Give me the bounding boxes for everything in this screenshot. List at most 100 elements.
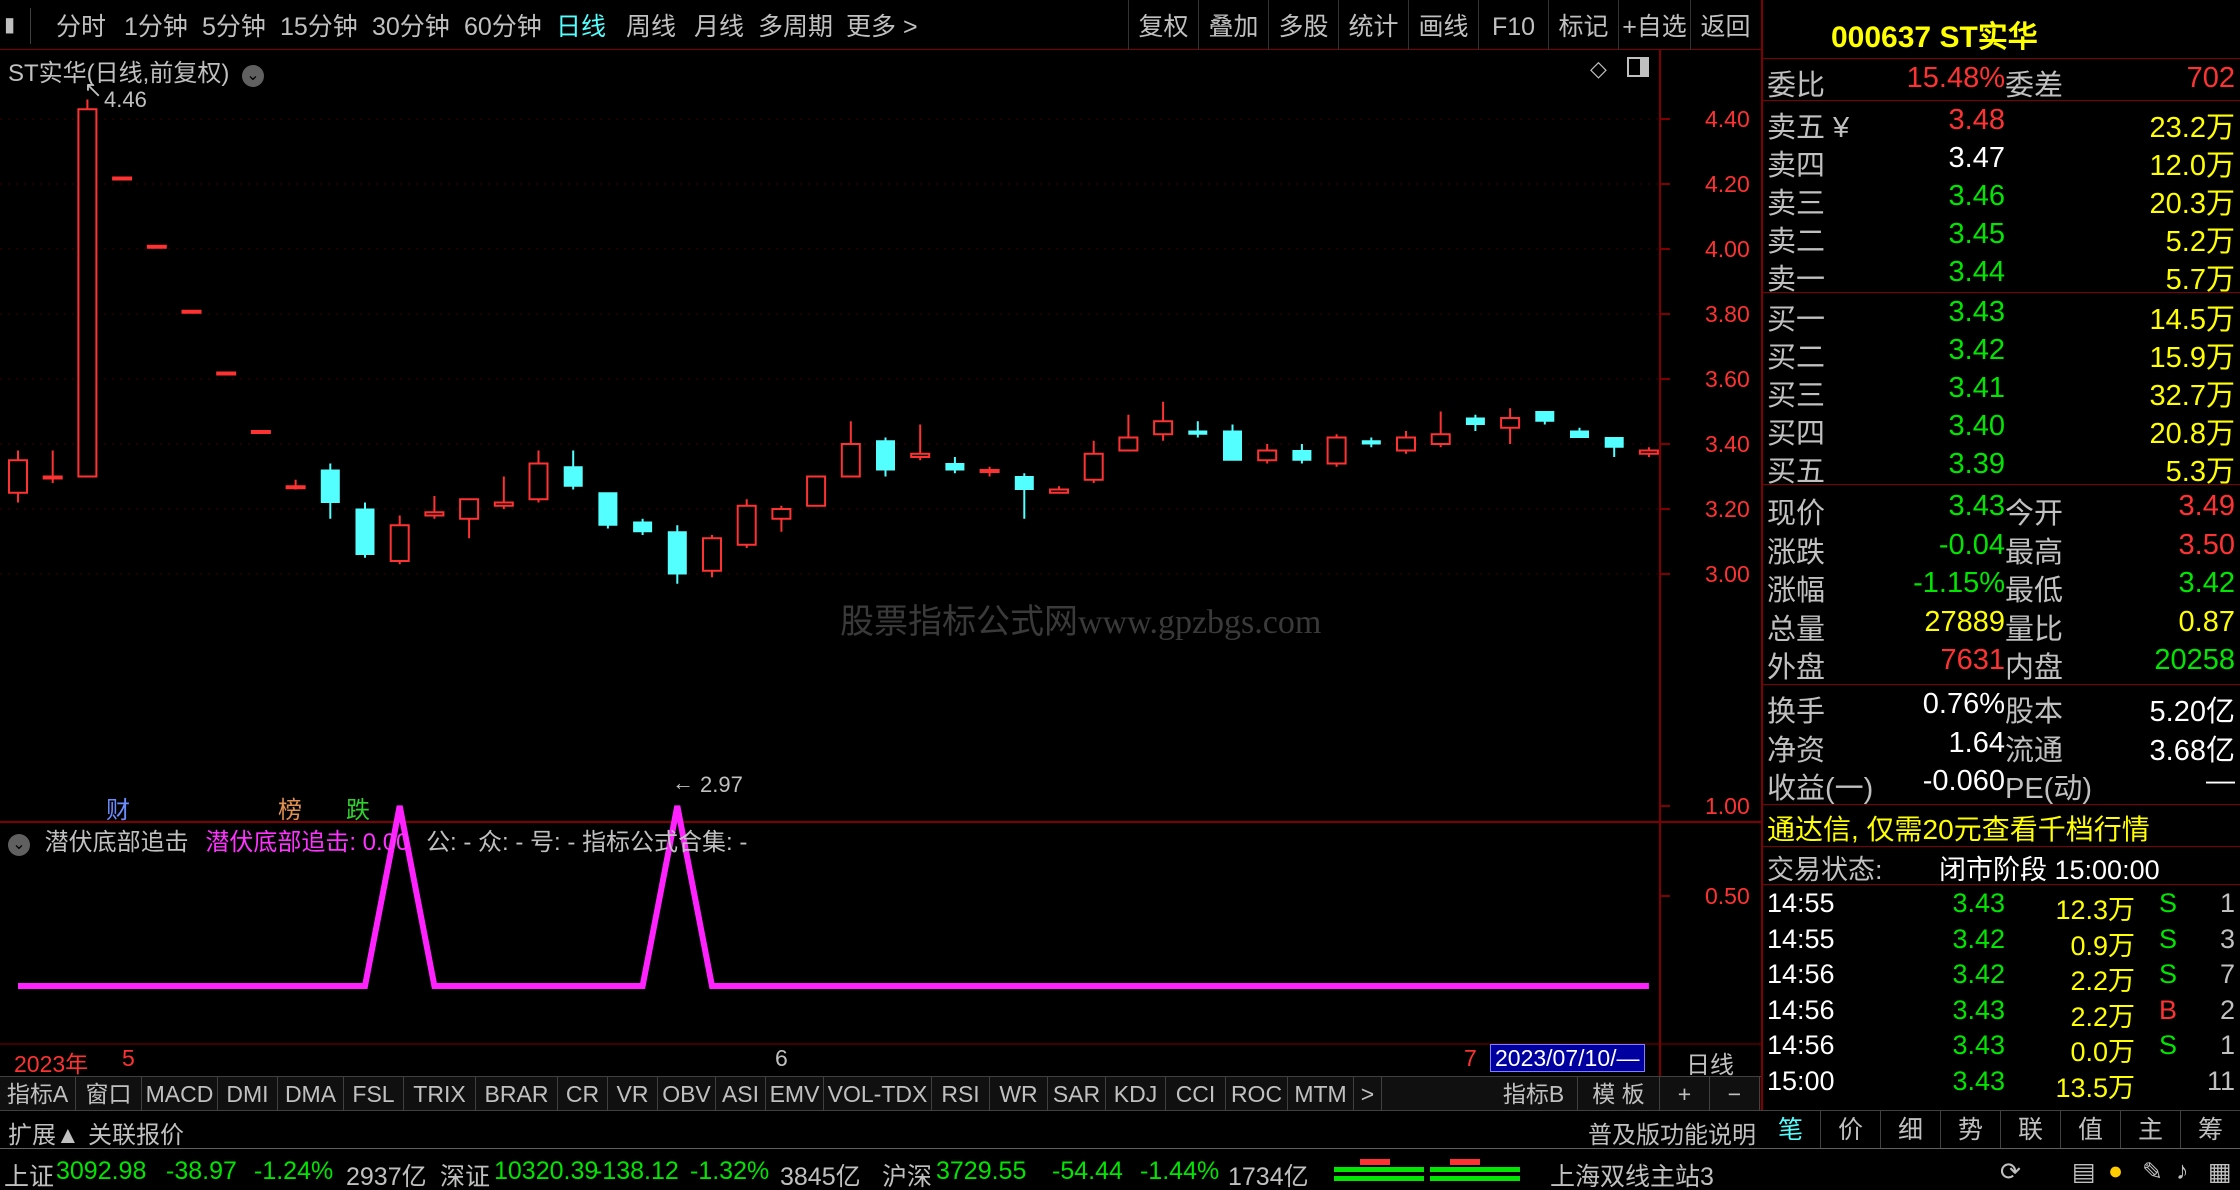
- indicator-tab[interactable]: WR: [990, 1077, 1048, 1111]
- restore-rights-button[interactable]: 复权: [1128, 0, 1198, 50]
- period-tab-weekly[interactable]: 周线: [626, 0, 676, 50]
- list-icon[interactable]: ▤: [2072, 1157, 2096, 1187]
- tick-trade-row[interactable]: 14:55 3.43 12.3万 S 1: [1763, 888, 2240, 926]
- sell-level-row[interactable]: 卖一 3.44 5.7万: [1763, 256, 2240, 296]
- indicator-tab-right[interactable]: 模 板: [1578, 1077, 1660, 1111]
- add-favorite-button[interactable]: +自选: [1618, 0, 1690, 50]
- indicator-tab[interactable]: ASI: [716, 1077, 766, 1111]
- refresh-icon[interactable]: ⟳: [2000, 1157, 2021, 1187]
- ad-row[interactable]: 通达信, 仅需20元查看千档行情: [1763, 808, 2240, 846]
- quote-panel-tab[interactable]: 筹: [2181, 1111, 2240, 1149]
- quote-panel-tab[interactable]: 主: [2121, 1111, 2181, 1149]
- quote-panel-tab[interactable]: 联: [2001, 1111, 2061, 1149]
- indicator-tab[interactable]: RSI: [932, 1077, 990, 1111]
- expand-button[interactable]: 扩展▲: [8, 1115, 80, 1150]
- period-label[interactable]: 日线: [1686, 1045, 1734, 1080]
- period-tab-15min[interactable]: 15分钟: [280, 0, 358, 50]
- statistics-button[interactable]: 统计: [1338, 0, 1408, 50]
- indicator-tab[interactable]: CCI: [1166, 1077, 1226, 1111]
- period-tab-5min[interactable]: 5分钟: [202, 0, 266, 50]
- tick-trade-row[interactable]: 14:55 3.42 0.9万 S 3: [1763, 924, 2240, 962]
- hs-index-label[interactable]: 沪深: [882, 1157, 932, 1190]
- period-tab-more[interactable]: 更多 >: [846, 0, 918, 50]
- buy-level-row[interactable]: 买四 3.40 20.8万: [1763, 410, 2240, 450]
- tick-trade-row[interactable]: 14:56 3.42 2.2万 S 7: [1763, 959, 2240, 997]
- indicator-tab[interactable]: FSL: [344, 1077, 404, 1111]
- related-quote-button[interactable]: 关联报价: [88, 1115, 184, 1150]
- period-tab-monthly[interactable]: 月线: [694, 0, 744, 50]
- period-tab-60min[interactable]: 60分钟: [464, 0, 542, 50]
- indicator-tab[interactable]: >: [1354, 1077, 1382, 1111]
- quote-stat-row[interactable]: 现价 3.43 今开 3.49: [1763, 490, 2240, 530]
- indicator-menu-chevron-icon[interactable]: ⌄: [8, 834, 30, 856]
- quote-panel-tab[interactable]: 细: [1881, 1111, 1941, 1149]
- badge-ranking[interactable]: 榜: [278, 790, 302, 825]
- overlay-button[interactable]: 叠加: [1198, 0, 1268, 50]
- indicator-tab[interactable]: DMI: [218, 1077, 278, 1111]
- buy-level-row[interactable]: 买五 3.39 5.3万: [1763, 448, 2240, 488]
- feature-guide-link[interactable]: 普及版功能说明: [1588, 1115, 1756, 1150]
- indicator-tab[interactable]: BRAR: [476, 1077, 558, 1111]
- tick-trade-row[interactable]: 14:56 3.43 2.2万 B 2: [1763, 995, 2240, 1033]
- indicator-tab-right[interactable]: −: [1710, 1077, 1760, 1111]
- grid-icon[interactable]: ▦: [2208, 1157, 2232, 1187]
- f10-button[interactable]: F10: [1478, 0, 1548, 50]
- indicator-tab[interactable]: MTM: [1288, 1077, 1354, 1111]
- quote-stat-row[interactable]: 涨跌 -0.04 最高 3.50: [1763, 529, 2240, 569]
- badge-finance[interactable]: 财: [106, 790, 130, 825]
- buy-level-row[interactable]: 买一 3.43 14.5万: [1763, 296, 2240, 336]
- mark-button[interactable]: 标记: [1548, 0, 1618, 50]
- badge-fall[interactable]: 跌: [346, 790, 370, 825]
- buy-level-row[interactable]: 买三 3.41 32.7万: [1763, 372, 2240, 412]
- sell-level-row[interactable]: 卖五 ¥ 3.48 23.2万: [1763, 104, 2240, 144]
- coin-icon[interactable]: ●: [2108, 1157, 2123, 1186]
- indicator-tab[interactable]: DMA: [278, 1077, 344, 1111]
- sh-index-label[interactable]: 上证: [4, 1157, 54, 1190]
- quote-stat-row[interactable]: 外盘 7631 内盘 20258: [1763, 644, 2240, 684]
- buy-level-row[interactable]: 买二 3.42 15.9万: [1763, 334, 2240, 374]
- indicator-tab[interactable]: SAR: [1048, 1077, 1106, 1111]
- tick-trade-row[interactable]: 14:56 3.43 0.0万 S 1: [1763, 1030, 2240, 1068]
- diamond-icon[interactable]: ◇: [1590, 56, 1607, 81]
- indicator-tab[interactable]: VR: [608, 1077, 658, 1111]
- sz-index-label[interactable]: 深证: [440, 1157, 490, 1190]
- fundamental-row[interactable]: 换手 0.76% 股本 5.20亿: [1763, 688, 2240, 728]
- quote-panel-tab[interactable]: 笔: [1761, 1111, 1821, 1149]
- back-button[interactable]: 返回: [1690, 0, 1760, 50]
- quote-stat-row[interactable]: 总量 27889 量比 0.87: [1763, 606, 2240, 646]
- indicator-tab[interactable]: TRIX: [404, 1077, 476, 1111]
- sound-icon[interactable]: ♪: [2176, 1157, 2189, 1186]
- kline-chart-area[interactable]: 4.40 4.20 4.00 3.80 3.60 3.40 3.20 3.00 1.00 0.5…: [0, 50, 1761, 1076]
- chart-menu-chevron-icon[interactable]: ⌄: [242, 65, 264, 87]
- pen-icon[interactable]: ✎: [2142, 1157, 2163, 1187]
- indicator-tab[interactable]: OBV: [658, 1077, 716, 1111]
- period-tab-1min[interactable]: 1分钟: [124, 0, 188, 50]
- sell-level-row[interactable]: 卖三 3.46 20.3万: [1763, 180, 2240, 220]
- draw-line-button[interactable]: 画线: [1408, 0, 1478, 50]
- indicator-tab[interactable]: MACD: [142, 1077, 218, 1111]
- indicator-tab-right[interactable]: +: [1660, 1077, 1710, 1111]
- indicator-tab[interactable]: ROC: [1226, 1077, 1288, 1111]
- period-tab-daily[interactable]: 日线: [556, 0, 606, 50]
- sell-level-row[interactable]: 卖二 3.45 5.2万: [1763, 218, 2240, 258]
- indicator-tab[interactable]: CR: [558, 1077, 608, 1111]
- tick-trade-row[interactable]: 15:00 3.43 13.5万 11: [1763, 1066, 2240, 1104]
- fundamental-row[interactable]: 收益(一) -0.060 PE(动) —: [1763, 765, 2240, 805]
- period-tab-multi[interactable]: 多周期: [758, 0, 833, 50]
- indicator-tab[interactable]: VOL-TDX: [824, 1077, 932, 1111]
- period-tab-30min[interactable]: 30分钟: [372, 0, 450, 50]
- indicator-tab[interactable]: 窗口: [76, 1077, 142, 1111]
- period-tab-fenshi[interactable]: 分时: [56, 0, 106, 50]
- quote-panel-tab[interactable]: 价: [1821, 1111, 1881, 1149]
- multi-stock-button[interactable]: 多股: [1268, 0, 1338, 50]
- indicator-tab[interactable]: EMV: [766, 1077, 824, 1111]
- quote-panel-tab[interactable]: 值: [2061, 1111, 2121, 1149]
- indicator-tab[interactable]: KDJ: [1106, 1077, 1166, 1111]
- indicator-tab-right[interactable]: 指标B: [1490, 1077, 1578, 1111]
- quote-panel-tab[interactable]: 势: [1941, 1111, 2001, 1149]
- server-name[interactable]: 上海双线主站3: [1550, 1157, 1714, 1190]
- window-control-icon[interactable]: ▮: [4, 0, 15, 48]
- fundamental-row[interactable]: 净资 1.64 流通 3.68亿: [1763, 727, 2240, 767]
- quote-stat-row[interactable]: 涨幅 -1.15% 最低 3.42: [1763, 567, 2240, 607]
- indicator-tab[interactable]: 指标A: [0, 1077, 76, 1111]
